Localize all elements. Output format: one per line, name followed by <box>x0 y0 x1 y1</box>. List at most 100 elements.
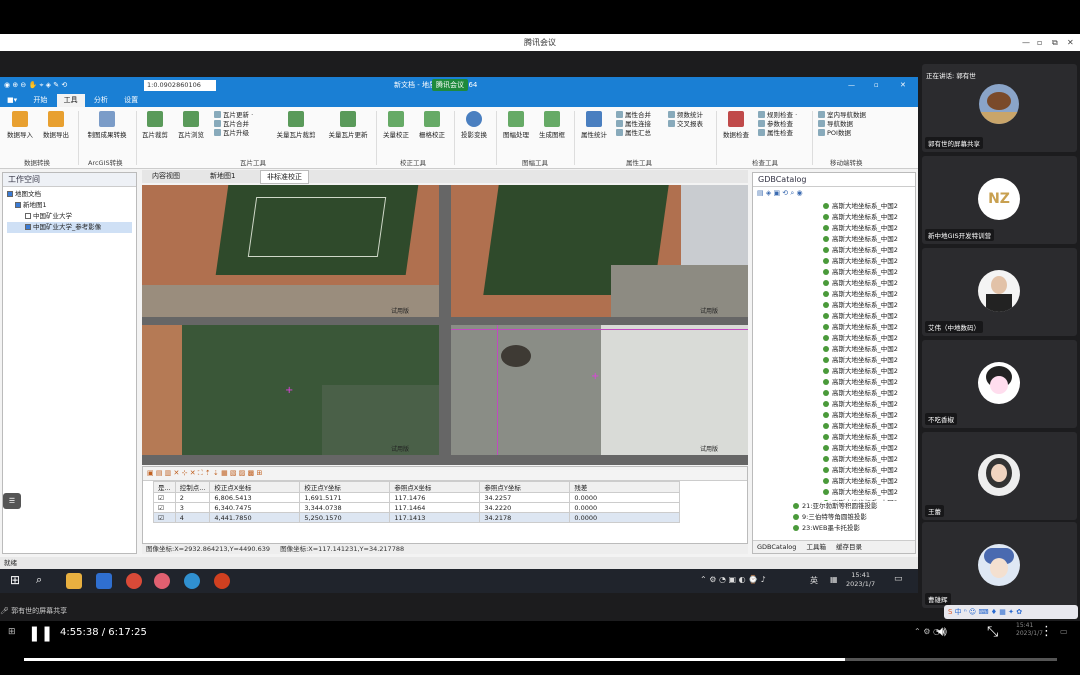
tree-item-layer[interactable]: 中国矿业大学 <box>7 211 132 222</box>
pin-button[interactable]: ▫ <box>1037 34 1042 51</box>
col-header[interactable]: 是... <box>153 481 176 493</box>
side-menu-button[interactable]: ☰ <box>3 493 21 509</box>
catalog-item[interactable]: 高斯大地坐标系_中国2 <box>823 355 915 366</box>
tree-item-map-document[interactable]: 地图文档 <box>7 189 132 200</box>
tab-new-map[interactable]: 新地图1 <box>204 171 241 182</box>
map-view-bottom-left[interactable]: + 试用版 <box>142 325 439 455</box>
col-header[interactable]: 校正点Y坐标 <box>299 481 391 493</box>
catalog-toolbar[interactable]: ▤ ◈ ▣ ⟲ ⌕ ◉ <box>753 187 915 201</box>
more-options-icon[interactable]: ⋮ <box>1040 624 1053 639</box>
catalog-item[interactable]: 高斯大地坐标系_中国2 <box>823 256 915 267</box>
check-small-buttons[interactable]: 规则检查 · 参数检查 属性检查 <box>758 111 797 138</box>
grid-icon[interactable]: ▦ <box>830 575 838 584</box>
notification-icon[interactable]: ▭ <box>1060 627 1068 636</box>
tab-toolbox[interactable]: 工具箱 <box>798 543 826 551</box>
windows-start-icon[interactable]: ⊞ <box>10 573 20 587</box>
tree-item-new-map[interactable]: 新地图1 <box>7 200 132 211</box>
photos-icon[interactable] <box>96 573 112 589</box>
attr-small-buttons-2[interactable]: 频数统计 交叉报表 <box>668 111 703 129</box>
progress-track[interactable] <box>24 658 1057 661</box>
catalog-item[interactable]: 高斯大地坐标系_中国2 <box>823 223 915 234</box>
catalog-item[interactable]: 高斯大地坐标系_中国2 <box>823 410 915 421</box>
attr-stat-button[interactable]: 属性统计 <box>578 111 610 139</box>
tile-browse-button[interactable]: 瓦片浏览 <box>174 111 208 139</box>
raster-correct-button[interactable]: 栅格校正 <box>416 111 448 139</box>
catalog-item[interactable]: 高斯大地坐标系_中国2 <box>823 366 915 377</box>
vector-correct-button[interactable]: 关量校正 <box>380 111 412 139</box>
search-icon[interactable]: ⌕ <box>36 573 42 587</box>
col-header[interactable]: 校正点X坐标 <box>209 481 301 493</box>
table-row[interactable]: ☑ 4 4,441.7850 5,250.1570 117.1413 34.2178 0.0… <box>153 512 681 523</box>
projection-button[interactable]: 投影变换 <box>458 111 490 139</box>
catalog-item[interactable]: 高斯大地坐标系_中国2 <box>823 443 915 454</box>
catalog-item[interactable]: 高斯大地坐标系_中国2 <box>823 289 915 300</box>
quick-access-icons[interactable]: ◉ ⊕ ⊖ ✋ ⌖ ◈ ✎ ⟲ <box>4 77 67 94</box>
tile-small-buttons[interactable]: 瓦片更新 · 瓦片合并 瓦片升级 <box>214 111 253 138</box>
gis-minimize-icon[interactable]: — <box>848 77 855 94</box>
catalog-item[interactable]: 高斯大地坐标系_中国2 <box>823 234 915 245</box>
tree-item-layer-selected[interactable]: 中国矿业大学_参考影像 <box>7 222 132 233</box>
chrome-icon[interactable] <box>126 573 142 589</box>
app-icon[interactable] <box>154 573 170 589</box>
catalog-item[interactable]: 高斯大地坐标系_中国2 <box>823 465 915 476</box>
ime-indicator[interactable]: 英 <box>810 575 818 586</box>
gis-close-icon[interactable]: ✕ <box>900 77 906 94</box>
arcgis-convert-button[interactable]: 制图成果转换 <box>82 111 132 139</box>
vector-tile-clip-button[interactable]: 关量瓦片裁剪 <box>272 111 320 139</box>
file-explorer-icon[interactable] <box>66 573 82 589</box>
col-header[interactable]: 残差 <box>569 481 681 493</box>
tile-clip-button[interactable]: 瓦片裁剪 <box>140 111 170 139</box>
participant-tile[interactable]: 曹雄辉 <box>922 522 1077 608</box>
catalog-item[interactable]: 高斯大地坐标系_中国2 <box>823 399 915 410</box>
catalog-item[interactable]: 高斯大地坐标系_中国2 <box>823 476 915 487</box>
table-row[interactable]: ☑ 3 6,340.7475 3,344.0738 117.1464 34.2220 0.0… <box>153 502 681 513</box>
gis-app-icon[interactable] <box>184 573 200 589</box>
map-view-top-left[interactable]: 试用版 <box>142 185 439 317</box>
catalog-item[interactable]: 高斯大地坐标系_中国2 <box>823 454 915 465</box>
mobile-small-buttons[interactable]: 室内导航数据 导航数据 POI数据 <box>818 111 866 138</box>
notification-icon[interactable]: ▭ <box>894 574 903 584</box>
catalog-item[interactable]: 高斯大地坐标系_中国2 <box>823 212 915 223</box>
minimize-button[interactable]: — <box>1022 34 1030 51</box>
col-header[interactable]: 控制点... <box>174 481 211 493</box>
catalog-item[interactable]: 高斯大地坐标系_中国2 <box>823 377 915 388</box>
catalog-item[interactable]: 高斯大地坐标系_中国2 <box>823 311 915 322</box>
vector-tile-update-button[interactable]: 关量瓦片更新 <box>324 111 372 139</box>
catalog-item[interactable]: 高斯大地坐标系_中国2 <box>823 201 915 212</box>
maximize-button[interactable]: ⧉ <box>1052 34 1058 51</box>
map-view-top-right[interactable]: 试用版 <box>451 185 748 317</box>
catalog-item[interactable]: 高斯大地坐标系_中国2 <box>823 344 915 355</box>
tab-tools[interactable]: 工具 <box>56 94 85 107</box>
participant-tile[interactable]: 不吃香椒 <box>922 340 1077 428</box>
catalog-item[interactable]: 高斯大地坐标系_中国2 <box>823 432 915 443</box>
tray-icons[interactable]: ⌃ ⚙ ◔ ▣ ◐ ⌚ ♪ <box>700 575 766 584</box>
tab-settings[interactable]: 设置 <box>117 94 145 107</box>
catalog-item[interactable]: 高斯大地坐标系_中国2 <box>823 278 915 289</box>
participant-tile[interactable]: 王蕾 <box>922 432 1077 520</box>
app-menu-icon[interactable]: ■▾ <box>0 94 24 107</box>
catalog-item[interactable]: 高斯大地坐标系_中国2 <box>823 333 915 344</box>
catalog-group[interactable]: 21:亚尔勃斯等积圆锥投影 <box>793 501 915 512</box>
col-header[interactable]: 参照点Y坐标 <box>479 481 571 493</box>
grid-icon[interactable]: ⊞ <box>8 627 16 637</box>
col-header[interactable]: 参照点X坐标 <box>389 481 481 493</box>
tab-start[interactable]: 开始 <box>26 94 54 107</box>
data-import-button[interactable]: 数据导入 <box>4 111 36 139</box>
table-row[interactable]: ☑ 2 6,806.5413 1,691.5171 117.1476 34.2257 0.0… <box>153 492 681 503</box>
data-export-button[interactable]: 数据导出 <box>40 111 72 139</box>
catalog-item[interactable]: 高斯大地坐标系_中国2 <box>823 421 915 432</box>
tab-cache[interactable]: 缓存目录 <box>828 543 862 551</box>
tab-gdbcatalog[interactable]: GDBCatalog <box>753 543 796 551</box>
sogou-ime-bar[interactable]: S 中 ⁿ ☺ ⌨ ♦ ▦ ✦ ✿ <box>944 605 1078 619</box>
catalog-item[interactable]: 高斯大地坐标系_中国2 <box>823 300 915 311</box>
catalog-item[interactable]: 高斯大地坐标系_中国2 <box>823 322 915 333</box>
scale-input[interactable]: 1:0.0902860106 <box>144 80 216 91</box>
catalog-item[interactable]: 高斯大地坐标系_中国2 <box>823 245 915 256</box>
pause-button[interactable]: ❚❚ <box>28 624 53 642</box>
attr-small-buttons[interactable]: 属性合并 属性连接 属性汇总 <box>616 111 651 138</box>
catalog-item[interactable]: 高斯大地坐标系_中国2 <box>823 267 915 278</box>
generate-frame-button[interactable]: 生成图框 <box>536 111 568 139</box>
exit-fullscreen-icon[interactable]: ⤡ <box>987 624 998 640</box>
catalog-group[interactable]: 23:WEB墨卡托投影 <box>793 523 915 534</box>
tab-content-view[interactable]: 内容视图 <box>146 171 186 182</box>
